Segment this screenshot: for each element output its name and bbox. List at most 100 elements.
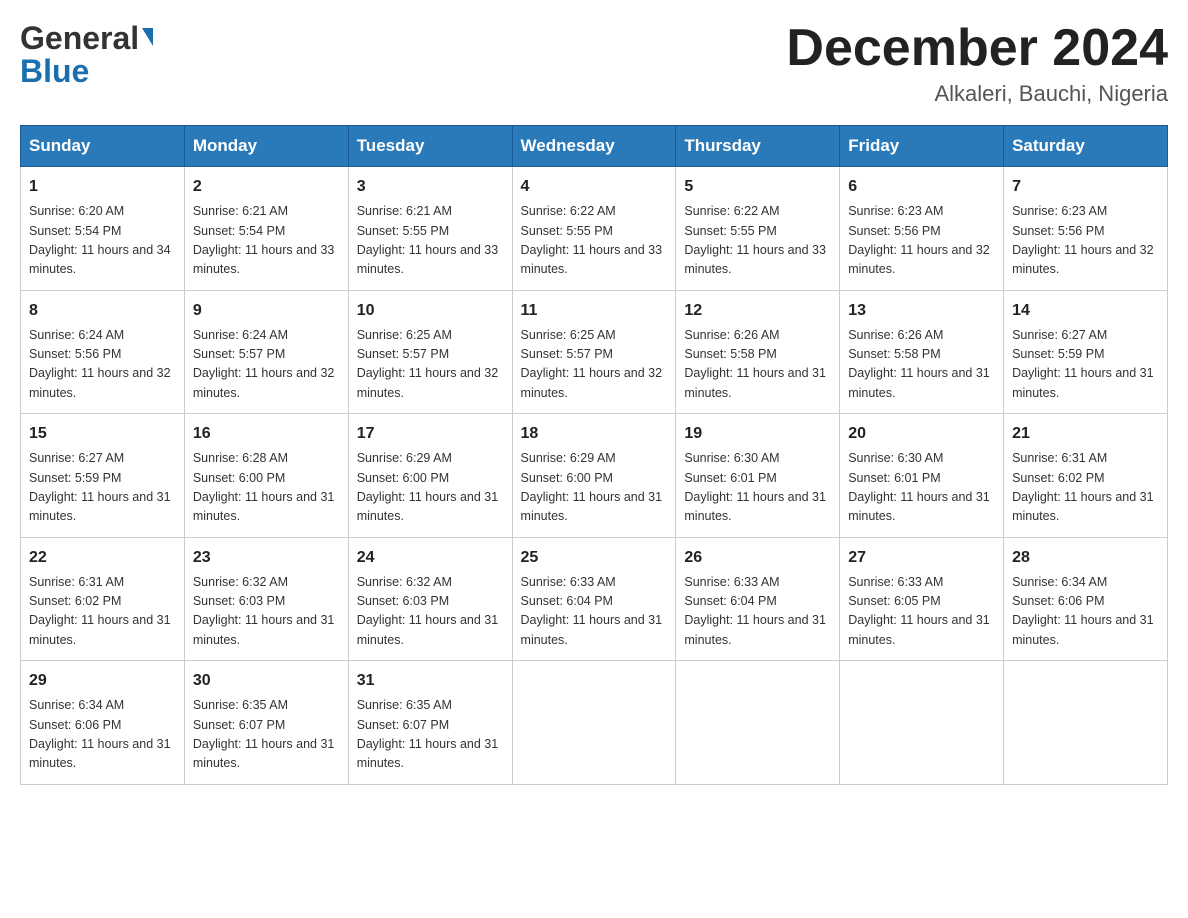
day-number: 19 [684,422,831,446]
calendar-day-cell: 6Sunrise: 6:23 AMSunset: 5:56 PMDaylight… [840,167,1004,291]
day-number: 3 [357,175,504,199]
day-info: Sunrise: 6:33 AMSunset: 6:05 PMDaylight:… [848,573,995,651]
day-info: Sunrise: 6:25 AMSunset: 5:57 PMDaylight:… [521,326,668,404]
day-info: Sunrise: 6:29 AMSunset: 6:00 PMDaylight:… [357,449,504,527]
calendar-day-cell: 1 Sunrise: 6:20 AMSunset: 5:54 PMDaylight… [21,167,185,291]
day-info: Sunrise: 6:32 AMSunset: 6:03 PMDaylight:… [357,573,504,651]
location-title: Alkaleri, Bauchi, Nigeria [786,81,1168,107]
calendar-day-cell: 7 Sunrise: 6:23 AMSunset: 5:56 PMDaylight… [1004,167,1168,291]
day-number: 5 [684,175,831,199]
day-info: Sunrise: 6:30 AMSunset: 6:01 PMDaylight:… [684,449,831,527]
calendar-day-cell: 8 Sunrise: 6:24 AMSunset: 5:56 PMDaylight… [21,290,185,414]
day-info: Sunrise: 6:34 AMSunset: 6:06 PMDaylight:… [1012,573,1159,651]
day-info: Sunrise: 6:25 AMSunset: 5:57 PMDaylight:… [357,326,504,404]
calendar-day-cell: 12 Sunrise: 6:26 AMSunset: 5:58 PMDayligh… [676,290,840,414]
calendar-day-cell: 31Sunrise: 6:35 AMSunset: 6:07 PMDayligh… [348,661,512,785]
day-number: 12 [684,299,831,323]
calendar-day-cell: 2Sunrise: 6:21 AMSunset: 5:54 PMDaylight… [184,167,348,291]
header-saturday: Saturday [1004,126,1168,167]
day-number: 6 [848,175,995,199]
day-info: Sunrise: 6:22 AMSunset: 5:55 PMDaylight:… [684,202,831,280]
day-number: 20 [848,422,995,446]
day-info: Sunrise: 6:24 AMSunset: 5:56 PMDaylight:… [29,326,176,404]
calendar-day-cell [1004,661,1168,785]
day-number: 8 [29,299,176,323]
calendar-day-cell: 16 Sunrise: 6:28 AMSunset: 6:00 PMDayligh… [184,414,348,538]
day-info: Sunrise: 6:30 AMSunset: 6:01 PMDaylight:… [848,449,995,527]
calendar-week-row: 29 Sunrise: 6:34 AMSunset: 6:06 PMDayligh… [21,661,1168,785]
calendar-week-row: 1 Sunrise: 6:20 AMSunset: 5:54 PMDaylight… [21,167,1168,291]
calendar-day-cell [840,661,1004,785]
calendar-day-cell: 25 Sunrise: 6:33 AMSunset: 6:04 PMDayligh… [512,537,676,661]
logo-blue-text: Blue [20,53,89,90]
day-number: 29 [29,669,176,693]
day-number: 30 [193,669,340,693]
day-number: 11 [521,299,668,323]
day-info: Sunrise: 6:33 AMSunset: 6:04 PMDaylight:… [521,573,668,651]
calendar-week-row: 22Sunrise: 6:31 AMSunset: 6:02 PMDayligh… [21,537,1168,661]
day-number: 1 [29,175,176,199]
day-number: 21 [1012,422,1159,446]
day-number: 26 [684,546,831,570]
day-number: 23 [193,546,340,570]
day-info: Sunrise: 6:22 AMSunset: 5:55 PMDaylight:… [521,202,668,280]
calendar-day-cell: 9Sunrise: 6:24 AMSunset: 5:57 PMDaylight… [184,290,348,414]
calendar-day-cell: 13 Sunrise: 6:26 AMSunset: 5:58 PMDayligh… [840,290,1004,414]
calendar-day-cell: 5 Sunrise: 6:22 AMSunset: 5:55 PMDaylight… [676,167,840,291]
calendar-day-cell: 20 Sunrise: 6:30 AMSunset: 6:01 PMDayligh… [840,414,1004,538]
day-info: Sunrise: 6:27 AMSunset: 5:59 PMDaylight:… [1012,326,1159,404]
day-info: Sunrise: 6:26 AMSunset: 5:58 PMDaylight:… [848,326,995,404]
day-number: 15 [29,422,176,446]
day-number: 4 [521,175,668,199]
day-info: Sunrise: 6:31 AMSunset: 6:02 PMDaylight:… [1012,449,1159,527]
calendar-day-cell [512,661,676,785]
day-number: 7 [1012,175,1159,199]
calendar-table: Sunday Monday Tuesday Wednesday Thursday… [20,125,1168,785]
logo-general-text: General [20,20,139,57]
calendar-day-cell: 24Sunrise: 6:32 AMSunset: 6:03 PMDayligh… [348,537,512,661]
header-wednesday: Wednesday [512,126,676,167]
day-number: 10 [357,299,504,323]
day-number: 18 [521,422,668,446]
calendar-day-cell: 29 Sunrise: 6:34 AMSunset: 6:06 PMDayligh… [21,661,185,785]
header-thursday: Thursday [676,126,840,167]
day-info: Sunrise: 6:21 AMSunset: 5:55 PMDaylight:… [357,202,504,280]
header-tuesday: Tuesday [348,126,512,167]
calendar-day-cell: 28Sunrise: 6:34 AMSunset: 6:06 PMDayligh… [1004,537,1168,661]
weekday-header-row: Sunday Monday Tuesday Wednesday Thursday… [21,126,1168,167]
calendar-day-cell: 10 Sunrise: 6:25 AMSunset: 5:57 PMDayligh… [348,290,512,414]
day-info: Sunrise: 6:28 AMSunset: 6:00 PMDaylight:… [193,449,340,527]
day-number: 27 [848,546,995,570]
header-sunday: Sunday [21,126,185,167]
calendar-day-cell: 4 Sunrise: 6:22 AMSunset: 5:55 PMDaylight… [512,167,676,291]
day-info: Sunrise: 6:34 AMSunset: 6:06 PMDaylight:… [29,696,176,774]
day-info: Sunrise: 6:20 AMSunset: 5:54 PMDaylight:… [29,202,176,280]
calendar-day-cell: 18 Sunrise: 6:29 AMSunset: 6:00 PMDayligh… [512,414,676,538]
day-info: Sunrise: 6:26 AMSunset: 5:58 PMDaylight:… [684,326,831,404]
calendar-day-cell: 23Sunrise: 6:32 AMSunset: 6:03 PMDayligh… [184,537,348,661]
title-area: December 2024 Alkaleri, Bauchi, Nigeria [786,20,1168,107]
calendar-day-cell [676,661,840,785]
page-header: General Blue December 2024 Alkaleri, Bau… [20,20,1168,107]
calendar-day-cell: 15Sunrise: 6:27 AMSunset: 5:59 PMDayligh… [21,414,185,538]
day-number: 16 [193,422,340,446]
calendar-day-cell: 11 Sunrise: 6:25 AMSunset: 5:57 PMDayligh… [512,290,676,414]
calendar-day-cell: 17 Sunrise: 6:29 AMSunset: 6:00 PMDayligh… [348,414,512,538]
calendar-day-cell: 3 Sunrise: 6:21 AMSunset: 5:55 PMDaylight… [348,167,512,291]
day-info: Sunrise: 6:31 AMSunset: 6:02 PMDaylight:… [29,573,176,651]
day-number: 17 [357,422,504,446]
header-friday: Friday [840,126,1004,167]
logo-triangle-icon [142,28,153,46]
day-number: 31 [357,669,504,693]
day-info: Sunrise: 6:21 AMSunset: 5:54 PMDaylight:… [193,202,340,280]
day-info: Sunrise: 6:23 AMSunset: 5:56 PMDaylight:… [1012,202,1159,280]
calendar-week-row: 15Sunrise: 6:27 AMSunset: 5:59 PMDayligh… [21,414,1168,538]
calendar-day-cell: 27 Sunrise: 6:33 AMSunset: 6:05 PMDayligh… [840,537,1004,661]
calendar-day-cell: 30Sunrise: 6:35 AMSunset: 6:07 PMDayligh… [184,661,348,785]
day-number: 13 [848,299,995,323]
calendar-day-cell: 26 Sunrise: 6:33 AMSunset: 6:04 PMDayligh… [676,537,840,661]
day-info: Sunrise: 6:33 AMSunset: 6:04 PMDaylight:… [684,573,831,651]
day-info: Sunrise: 6:29 AMSunset: 6:00 PMDaylight:… [521,449,668,527]
day-number: 25 [521,546,668,570]
calendar-day-cell: 22Sunrise: 6:31 AMSunset: 6:02 PMDayligh… [21,537,185,661]
